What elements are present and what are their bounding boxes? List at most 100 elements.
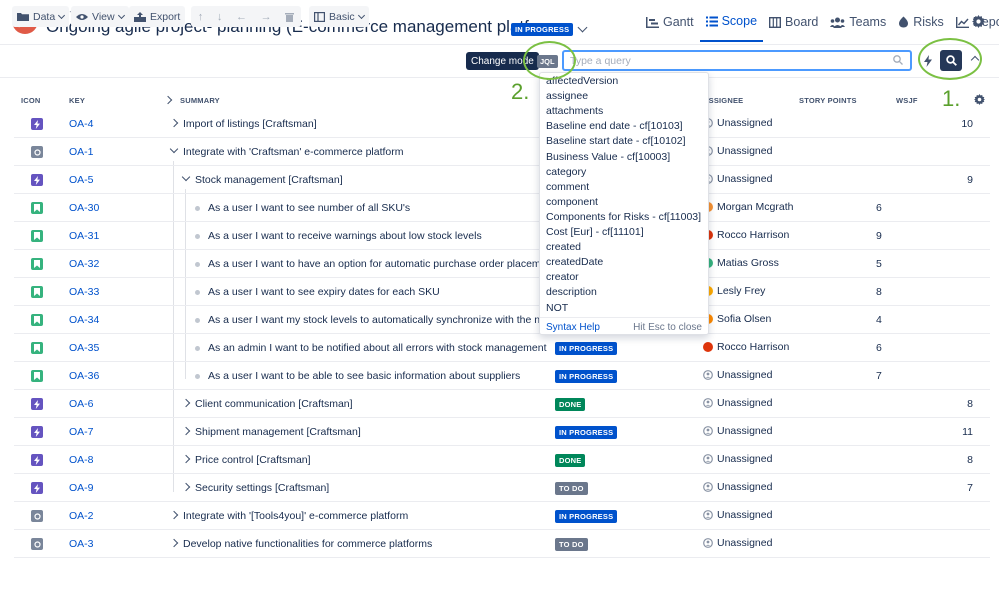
story-points-value[interactable]: 8 xyxy=(876,286,882,298)
table-row[interactable]: OA-8 Price control [Craftsman] DONE Unassig… xyxy=(14,446,990,474)
jql-suggestion-item[interactable]: category xyxy=(546,166,586,178)
issue-key-link[interactable]: OA-7 xyxy=(69,426,94,438)
table-row[interactable]: OA-1 Integrate with 'Craftsman' e-commerc… xyxy=(14,138,990,166)
expand-chevron-icon[interactable] xyxy=(181,398,191,408)
story-points-value[interactable]: 6 xyxy=(876,202,882,214)
assignee-cell[interactable]: Unassigned xyxy=(703,173,772,185)
column-header-story-points[interactable]: STORY POINTS xyxy=(799,96,857,105)
status-badge[interactable]: IN PROGRESS xyxy=(555,370,618,383)
issue-key-link[interactable]: OA-1 xyxy=(69,146,94,158)
column-header-summary[interactable]: SUMMARY xyxy=(180,96,220,105)
issue-key-link[interactable]: OA-4 xyxy=(69,118,94,130)
jql-suggestion-item[interactable]: Cost [Eur] - cf[11101] xyxy=(546,226,644,238)
issue-summary[interactable]: As a user I want to be able to see basic… xyxy=(208,370,520,382)
column-header-key[interactable]: KEY xyxy=(69,96,85,105)
status-badge[interactable]: IN PROGRESS xyxy=(555,510,618,523)
assignee-cell[interactable]: Unassigned xyxy=(703,425,772,437)
issue-summary[interactable]: As a user I want to receive warnings abo… xyxy=(208,230,482,242)
wsjf-value[interactable]: 8 xyxy=(967,454,973,466)
issue-key-link[interactable]: OA-32 xyxy=(69,258,99,270)
table-row[interactable]: OA-7 Shipment management [Craftsman] IN PR… xyxy=(14,418,990,446)
table-row[interactable]: OA-2 Integrate with '[Tools4you]' e-comme… xyxy=(14,502,990,530)
view-menu-button[interactable]: View xyxy=(71,6,129,27)
table-row[interactable]: OA-6 Client communication [Craftsman] DONE… xyxy=(14,390,990,418)
issue-key-link[interactable]: OA-9 xyxy=(69,482,94,494)
column-header-wsjf[interactable]: WSJF xyxy=(896,96,918,105)
jql-suggestion-item[interactable]: description xyxy=(546,286,597,298)
issue-summary[interactable]: Client communication [Craftsman] xyxy=(195,398,353,410)
wsjf-value[interactable]: 8 xyxy=(967,398,973,410)
issue-summary[interactable]: As a user I want to see number of all SK… xyxy=(208,202,410,214)
table-row[interactable]: OA-30 As a user I want to see number of a… xyxy=(14,194,990,222)
issue-key-link[interactable]: OA-35 xyxy=(69,342,99,354)
status-badge[interactable]: TO DO xyxy=(555,538,588,551)
issue-summary[interactable]: As an admin I want to be notified about … xyxy=(208,342,547,354)
table-row[interactable]: OA-33 As a user I want to see expiry date… xyxy=(14,278,990,306)
assignee-cell[interactable]: Unassigned xyxy=(703,537,772,549)
table-row[interactable]: OA-31 As a user I want to receive warning… xyxy=(14,222,990,250)
status-badge[interactable]: IN PROGRESS xyxy=(555,426,618,439)
jql-suggestion-item[interactable]: Business Value - cf[10003] xyxy=(546,151,670,163)
jql-search-input[interactable] xyxy=(562,50,912,71)
story-points-value[interactable]: 7 xyxy=(876,370,882,382)
story-points-value[interactable]: 9 xyxy=(876,230,882,242)
nav-board[interactable]: Board xyxy=(763,14,824,42)
trash-icon[interactable] xyxy=(285,12,295,22)
issue-summary[interactable]: Price control [Craftsman] xyxy=(195,454,311,466)
jql-suggestion-item[interactable]: attachments xyxy=(546,105,603,117)
status-badge[interactable]: IN PROGRESS xyxy=(555,342,618,355)
settings-gear-icon[interactable] xyxy=(972,15,985,28)
assignee-cell[interactable]: Rocco Harrison xyxy=(703,341,789,353)
expand-chevron-icon[interactable] xyxy=(169,510,179,520)
issue-key-link[interactable]: OA-6 xyxy=(69,398,94,410)
table-row[interactable]: OA-32 As a user I want to have an option … xyxy=(14,250,990,278)
table-row[interactable]: OA-9 Security settings [Craftsman] TO DO Un… xyxy=(14,474,990,502)
assignee-cell[interactable]: Lesly Frey xyxy=(703,285,765,297)
status-badge[interactable]: DONE xyxy=(555,454,586,467)
issue-key-link[interactable]: OA-36 xyxy=(69,370,99,382)
issue-summary[interactable]: Integrate with '[Tools4you]' e-commerce … xyxy=(183,510,408,522)
assignee-cell[interactable]: Unassigned xyxy=(703,117,772,129)
issue-key-link[interactable]: OA-34 xyxy=(69,314,99,326)
jql-suggestion-item[interactable]: Components for Risks - cf[11003] xyxy=(546,211,701,223)
status-badge[interactable]: DONE xyxy=(555,398,586,411)
issue-summary[interactable]: As a user I want to see expiry dates for… xyxy=(208,286,440,298)
jql-suggestion-item[interactable]: Baseline start date - cf[10102] xyxy=(546,135,686,147)
collapse-chevron-icon[interactable] xyxy=(169,144,179,154)
issue-key-link[interactable]: OA-30 xyxy=(69,202,99,214)
issue-summary[interactable]: As a user I want to have an option for a… xyxy=(208,258,555,270)
table-row[interactable]: OA-36 As a user I want to be able to see … xyxy=(14,362,990,390)
issue-summary[interactable]: Import of listings [Craftsman] xyxy=(183,118,317,130)
story-points-value[interactable]: 6 xyxy=(876,342,882,354)
issue-key-link[interactable]: OA-31 xyxy=(69,230,99,242)
collapse-chevron-icon[interactable] xyxy=(181,172,191,182)
issue-summary[interactable]: Security settings [Craftsman] xyxy=(195,482,329,494)
issue-summary[interactable]: As a user I want my stock levels to auto… xyxy=(208,314,571,326)
issue-summary[interactable]: Develop native functionalities for comme… xyxy=(183,538,432,550)
table-row[interactable]: OA-34 As a user I want my stock levels to… xyxy=(14,306,990,334)
issue-summary[interactable]: Integrate with 'Craftsman' e-commerce pl… xyxy=(183,146,404,158)
arrow-down-icon[interactable]: ↓ xyxy=(217,11,223,23)
table-row[interactable]: OA-4 Import of listings [Craftsman] Unassi… xyxy=(14,110,990,138)
jql-suggestion-item[interactable]: assignee xyxy=(546,90,588,102)
table-row[interactable]: OA-5 Stock management [Craftsman] Unassign… xyxy=(14,166,990,194)
nav-teams[interactable]: Teams xyxy=(824,14,892,42)
jql-suggestion-item[interactable]: creator xyxy=(546,271,579,283)
issue-summary[interactable]: Stock management [Craftsman] xyxy=(195,174,343,186)
table-row[interactable]: OA-35 As an admin I want to be notified a… xyxy=(14,334,990,362)
project-status[interactable]: IN PROGRESS xyxy=(511,22,588,36)
jql-suggestion-item[interactable]: NOT xyxy=(546,302,568,314)
wsjf-value[interactable]: 9 xyxy=(967,174,973,186)
arrow-right-icon[interactable]: → xyxy=(261,11,272,23)
assignee-cell[interactable]: Unassigned xyxy=(703,509,772,521)
expand-chevron-icon[interactable] xyxy=(181,482,191,492)
issue-key-link[interactable]: OA-5 xyxy=(69,174,94,186)
story-points-value[interactable]: 4 xyxy=(876,314,882,326)
assignee-cell[interactable]: Unassigned xyxy=(703,481,772,493)
status-badge[interactable]: TO DO xyxy=(555,482,588,495)
issue-key-link[interactable]: OA-8 xyxy=(69,454,94,466)
jql-suggestion-item[interactable]: comment xyxy=(546,181,589,193)
syntax-help-link[interactable]: Syntax Help xyxy=(546,322,600,333)
column-header-assignee[interactable]: ASSIGNEE xyxy=(703,96,743,105)
column-settings-gear-icon[interactable] xyxy=(974,94,985,105)
